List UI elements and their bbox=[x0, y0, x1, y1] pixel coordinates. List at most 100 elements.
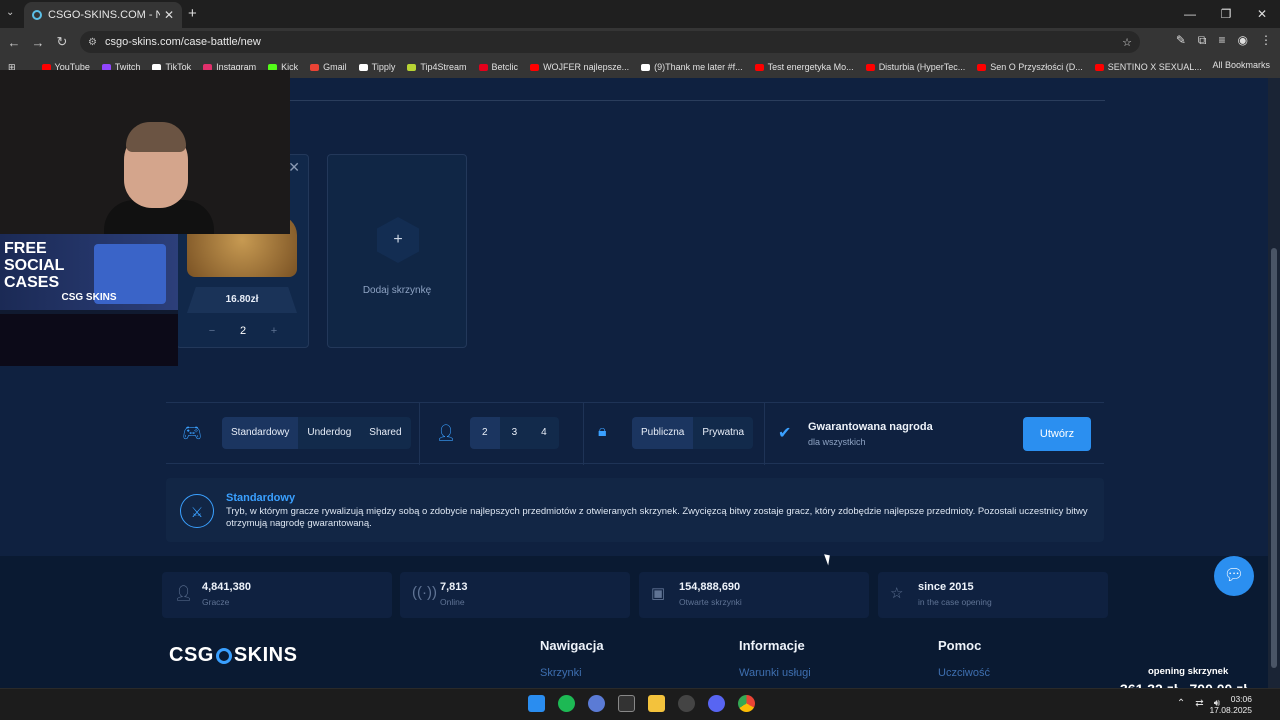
footer: 👤︎ 4,841,380 Gracze ((·)) 7,813 Online ▣… bbox=[0, 556, 1268, 688]
menu-icon[interactable]: ⋮ bbox=[1260, 33, 1272, 48]
bookmark-item[interactable]: Test energetyka Mo... bbox=[754, 62, 854, 72]
bookmark-favicon-icon bbox=[1094, 63, 1104, 71]
lock-icon: 🔒︎ bbox=[598, 423, 607, 440]
clock[interactable]: 03:06 17.08.2025 bbox=[1209, 694, 1252, 716]
promo-footer bbox=[0, 314, 178, 366]
mode-description-text: Tryb, w którym gracze rywalizują między … bbox=[226, 506, 1088, 529]
discord-icon[interactable] bbox=[708, 695, 725, 712]
bookmark-item[interactable]: Disturbia (HyperTec... bbox=[865, 62, 966, 72]
bookmark-item[interactable]: Sen O Przyszłości (D... bbox=[977, 62, 1083, 72]
extensions-icon[interactable]: ⧉ bbox=[1198, 33, 1207, 48]
promo-banner: FREE SOCIAL CASES CSG SKINS bbox=[0, 234, 178, 310]
bookmark-favicon-icon bbox=[977, 63, 987, 71]
app-icon[interactable] bbox=[588, 695, 605, 712]
add-case-card[interactable]: + Dodaj skrzynkę bbox=[327, 154, 467, 348]
taskbar: ⌃ ⇄ 🔊︎ 03:06 17.08.2025 bbox=[0, 688, 1280, 720]
stat-online: ((·)) 7,813 Online bbox=[400, 572, 630, 618]
bookmark-label: Tipply bbox=[371, 62, 396, 72]
bookmark-favicon-icon bbox=[754, 63, 764, 71]
webcam-hair bbox=[126, 122, 186, 152]
bookmark-favicon-icon bbox=[310, 63, 320, 71]
windows-start-icon[interactable] bbox=[528, 695, 545, 712]
remove-case-icon[interactable]: ✕ bbox=[288, 159, 300, 176]
players-3[interactable]: 3 bbox=[499, 417, 530, 449]
quantity-value: 2 bbox=[239, 325, 247, 337]
translate-icon[interactable]: ✎ bbox=[1176, 33, 1186, 48]
bookmark-item[interactable]: Betclic bbox=[478, 62, 518, 72]
logo-text-left: CSG bbox=[169, 644, 214, 666]
back-icon[interactable]: ← bbox=[2, 35, 26, 50]
address-bar[interactable]: ⚙ csgo-skins.com/case-battle/new ☆ bbox=[80, 31, 1140, 53]
media-icon[interactable]: ≡ bbox=[1219, 33, 1226, 48]
bookmark-label: (9)Thank me later #f... bbox=[654, 62, 743, 72]
webcam-overlay bbox=[0, 70, 290, 234]
bookmark-item[interactable]: Tipply bbox=[358, 62, 396, 72]
bookmark-favicon-icon bbox=[530, 63, 540, 71]
mode-underdog[interactable]: Underdog bbox=[298, 417, 361, 449]
bookmark-label: Gmail bbox=[323, 62, 347, 72]
bookmark-item[interactable]: WOJFER najlepsze... bbox=[530, 62, 629, 72]
url-text: csgo-skins.com/case-battle/new bbox=[104, 36, 261, 48]
maximize-icon[interactable]: ❐ bbox=[1208, 0, 1244, 28]
footer-link-terms[interactable]: Warunki usługi bbox=[739, 667, 811, 679]
bookmark-item[interactable]: SENTINO X SEXUAL... bbox=[1094, 62, 1202, 72]
visibility-public[interactable]: Publiczna bbox=[632, 417, 694, 449]
file-explorer-icon[interactable] bbox=[648, 695, 665, 712]
create-button[interactable]: Utwórz bbox=[1023, 417, 1091, 451]
players-2[interactable]: 2 bbox=[470, 417, 500, 449]
chrome-icon[interactable] bbox=[738, 695, 755, 712]
close-window-icon[interactable]: ✕ bbox=[1244, 0, 1280, 28]
footer-link-cases[interactable]: Skrzynki bbox=[540, 667, 604, 679]
stat-since: ☆ since 2015 in the case opening bbox=[878, 572, 1108, 618]
check-badge-icon[interactable]: ✔ bbox=[778, 423, 791, 443]
players-4[interactable]: 4 bbox=[529, 417, 559, 449]
mode-selector: Standardowy Underdog Shared bbox=[222, 417, 411, 449]
page-scrollbar[interactable] bbox=[1268, 78, 1280, 688]
visibility-private[interactable]: Prywatna bbox=[693, 417, 754, 449]
minimize-icon[interactable]: — bbox=[1172, 0, 1208, 28]
overlay-label: opening skrzynek bbox=[1148, 666, 1229, 677]
tab-bar: ⌄ CSGO-SKINS.COM - Najlepsze ✕ + — ❐ ✕ bbox=[0, 0, 1280, 28]
reload-icon[interactable]: ↻ bbox=[50, 34, 74, 50]
new-tab-icon[interactable]: + bbox=[188, 5, 197, 22]
scrollbar-thumb[interactable] bbox=[1271, 248, 1277, 668]
chat-bubble-icon[interactable]: 💬︎ bbox=[1214, 556, 1254, 596]
decrease-button[interactable]: − bbox=[203, 325, 221, 337]
bookmark-label: Sen O Przyszłości (D... bbox=[990, 62, 1083, 72]
promo-brand: CSG SKINS bbox=[61, 292, 117, 303]
increase-button[interactable]: + bbox=[265, 325, 283, 337]
all-bookmarks[interactable]: All Bookmarks bbox=[1212, 60, 1270, 70]
close-tab-icon[interactable]: ✕ bbox=[164, 8, 174, 22]
gamepad-icon: 🎮︎ bbox=[182, 425, 203, 442]
forward-icon[interactable]: → bbox=[26, 35, 50, 50]
players-selector: 2 3 4 bbox=[470, 417, 559, 449]
site-info-icon[interactable]: ⚙ bbox=[88, 37, 97, 48]
bookmark-favicon-icon bbox=[865, 63, 875, 71]
chevron-up-icon[interactable]: ⌃ bbox=[1177, 698, 1185, 709]
mode-standard[interactable]: Standardowy bbox=[222, 417, 299, 449]
bookmark-item[interactable]: Tip4Stream bbox=[407, 62, 467, 72]
bookmark-item[interactable]: (9)Thank me later #f... bbox=[641, 62, 743, 72]
stat-label: Otwarte skrzynki bbox=[679, 597, 742, 607]
mode-shared[interactable]: Shared bbox=[360, 417, 411, 449]
stat-value: 4,841,380 bbox=[202, 581, 251, 593]
obs-icon[interactable] bbox=[678, 695, 695, 712]
add-case-label: Dodaj skrzynkę bbox=[362, 285, 432, 296]
swords-icon: ⚔ bbox=[180, 494, 214, 528]
footer-link-fairness[interactable]: Uczciwość bbox=[938, 667, 990, 679]
epic-games-icon[interactable] bbox=[618, 695, 635, 712]
site-logo[interactable]: CSG SKINS bbox=[169, 644, 297, 667]
spotify-icon[interactable] bbox=[558, 695, 575, 712]
browser-tab[interactable]: CSGO-SKINS.COM - Najlepsze ✕ bbox=[24, 2, 182, 28]
stat-opened-cases: ▣ 154,888,690 Otwarte skrzynki bbox=[639, 572, 869, 618]
footer-help-title: Pomoc bbox=[938, 638, 982, 653]
bookmark-item[interactable]: Gmail bbox=[310, 62, 347, 72]
bookmark-label: Disturbia (HyperTec... bbox=[878, 62, 966, 72]
stat-value: since 2015 bbox=[918, 581, 974, 593]
tab-search-icon[interactable]: ⌄ bbox=[6, 7, 14, 18]
network-icon[interactable]: ⇄ bbox=[1195, 698, 1203, 709]
bookmark-star-icon[interactable]: ☆ bbox=[1122, 36, 1132, 49]
footer-info-title: Informacje bbox=[739, 638, 805, 653]
footer-help: Pomoc Uczciwość bbox=[938, 638, 990, 679]
profile-icon[interactable]: ◉ bbox=[1238, 33, 1248, 48]
